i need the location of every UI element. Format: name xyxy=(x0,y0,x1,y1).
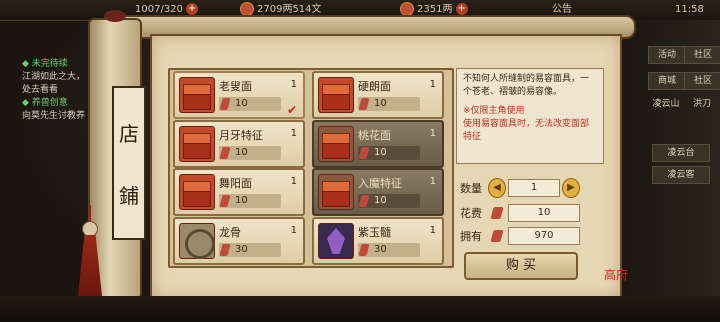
item-price: 30 xyxy=(219,243,281,257)
item-price: 10 xyxy=(358,194,420,208)
mall-button[interactable]: 商城 xyxy=(648,72,686,90)
shop-item[interactable]: 紫玉髓 1 30 xyxy=(312,217,444,265)
item-name: 舞阳面 xyxy=(219,177,252,190)
quantity-input[interactable]: 1 xyxy=(508,179,560,197)
jade-icon xyxy=(219,244,231,256)
jade-icon xyxy=(358,147,370,159)
item-count: 1 xyxy=(429,225,436,236)
restriction-detail-text: 使用易容面具时，无法改变面部特征 xyxy=(463,119,590,142)
item-name: 入魔特征 xyxy=(358,177,402,190)
item-price: 10 xyxy=(358,97,420,111)
owned-value: 970 xyxy=(508,227,580,245)
item-price: 10 xyxy=(358,146,420,160)
shop-item[interactable]: 月牙特征 1 10 xyxy=(173,120,305,168)
owned-label: 拥有 xyxy=(460,230,482,243)
jade-icon xyxy=(219,195,231,207)
treasure-box-icon xyxy=(318,126,354,162)
increase-quantity-button[interactable]: ▶ xyxy=(562,178,580,198)
item-count: 1 xyxy=(290,176,297,187)
item-description: 不知何人所缝制的易容面具，一个苍老、褶皱的易容像。 ※仅限主角使用 使用易容面具… xyxy=(456,68,604,164)
add-stamina-button[interactable]: + xyxy=(186,3,199,15)
jade-icon xyxy=(358,195,370,207)
coin-icon xyxy=(240,2,254,16)
add-gold-button[interactable]: + xyxy=(455,3,468,15)
item-name: 老叟面 xyxy=(219,80,252,93)
shop-item[interactable]: 老叟面 1 10 ✔ xyxy=(173,71,305,119)
clock: 11:58 xyxy=(675,4,704,15)
buy-button[interactable]: 购 买 xyxy=(464,252,578,280)
location-label: 凌云山 xyxy=(652,99,680,109)
item-price: 10 xyxy=(219,146,281,160)
shop-item[interactable]: 入魔特征 1 10 xyxy=(312,168,444,216)
jade-icon xyxy=(219,147,231,159)
treasure-box-icon xyxy=(318,174,354,210)
checkmark-icon: ✔ xyxy=(287,103,298,117)
jade-icon xyxy=(358,244,370,256)
item-name: 硬朗面 xyxy=(358,80,391,93)
item-count: 1 xyxy=(290,225,297,236)
item-name: 桃花面 xyxy=(358,129,391,142)
location-sub-label: 洪刀 xyxy=(692,99,711,109)
treasure-box-icon xyxy=(179,126,215,162)
item-name: 龙骨 xyxy=(219,226,241,239)
shop-item[interactable]: 硬朗面 1 10 xyxy=(312,71,444,119)
item-count: 1 xyxy=(290,128,297,139)
item-count: 1 xyxy=(429,176,436,187)
cost-value: 10 xyxy=(508,204,580,222)
shop-title: 店 鋪 xyxy=(112,86,146,240)
item-price: 10 xyxy=(219,194,281,208)
item-count: 1 xyxy=(429,128,436,139)
quantity-label: 数量 xyxy=(460,182,482,195)
treasure-box-icon xyxy=(179,174,215,210)
location-lingyunke[interactable]: 凌云客 xyxy=(652,166,710,184)
studio-stamp: 高府 xyxy=(604,268,629,282)
decrease-quantity-button[interactable]: ◀ xyxy=(488,178,506,198)
scroll-knob-top xyxy=(104,10,126,22)
item-count: 1 xyxy=(290,79,297,90)
treasure-box-icon xyxy=(318,77,354,113)
shop-item[interactable]: 龙骨 1 30 xyxy=(173,217,305,265)
society-button[interactable]: 社区 xyxy=(684,72,720,90)
item-name: 紫玉髓 xyxy=(358,226,391,239)
shop-item[interactable]: 桃花面 1 10 xyxy=(312,120,444,168)
activity-button[interactable]: 活动 xyxy=(648,46,686,64)
item-price: 30 xyxy=(358,243,420,257)
location-lingyuntai[interactable]: 凌云台 xyxy=(652,144,710,162)
bottom-bar xyxy=(0,296,720,322)
item-count: 1 xyxy=(429,79,436,90)
shop-title-char-1: 店 xyxy=(119,122,139,146)
treasure-box-icon xyxy=(179,77,215,113)
jade-icon xyxy=(358,98,370,110)
gold-icon xyxy=(400,2,414,16)
item-price: 10 xyxy=(219,97,281,111)
dragon-bone-icon xyxy=(179,223,215,259)
jade-icon xyxy=(219,98,231,110)
cost-label: 花费 xyxy=(460,207,482,220)
restriction-text: ※仅限主角使用 xyxy=(463,106,525,116)
side-menu: 活动 社区 商城 社区 凌云山 洪刀 凌云台 凌云客 xyxy=(612,20,720,322)
item-name: 月牙特征 xyxy=(219,129,263,142)
purple-crystal-icon xyxy=(318,223,354,259)
shop-title-char-2: 鋪 xyxy=(119,184,139,208)
description-text: 不知何人所缝制的易容面具，一个苍老、褶皱的易容像。 xyxy=(463,74,590,97)
shop-item[interactable]: 舞阳面 1 10 xyxy=(173,168,305,216)
community-button[interactable]: 社区 xyxy=(684,46,720,64)
